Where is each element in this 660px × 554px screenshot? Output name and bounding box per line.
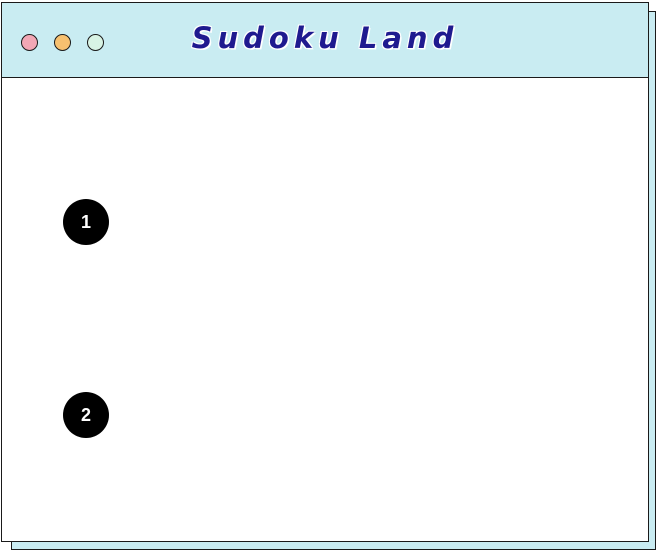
close-window-button[interactable] xyxy=(21,34,38,51)
app-window: Sudoku Land 1 2 xyxy=(1,2,649,542)
title-bar[interactable]: Sudoku Land xyxy=(2,3,648,78)
window-title: Sudoku Land xyxy=(191,21,459,55)
step-marker-1: 1 xyxy=(63,199,109,245)
maximize-window-button[interactable] xyxy=(87,34,104,51)
app-stage: Sudoku Land 1 2 xyxy=(0,0,660,554)
minimize-window-button[interactable] xyxy=(54,34,71,51)
content-area: 1 2 xyxy=(2,78,648,541)
step-marker-2: 2 xyxy=(63,392,109,438)
